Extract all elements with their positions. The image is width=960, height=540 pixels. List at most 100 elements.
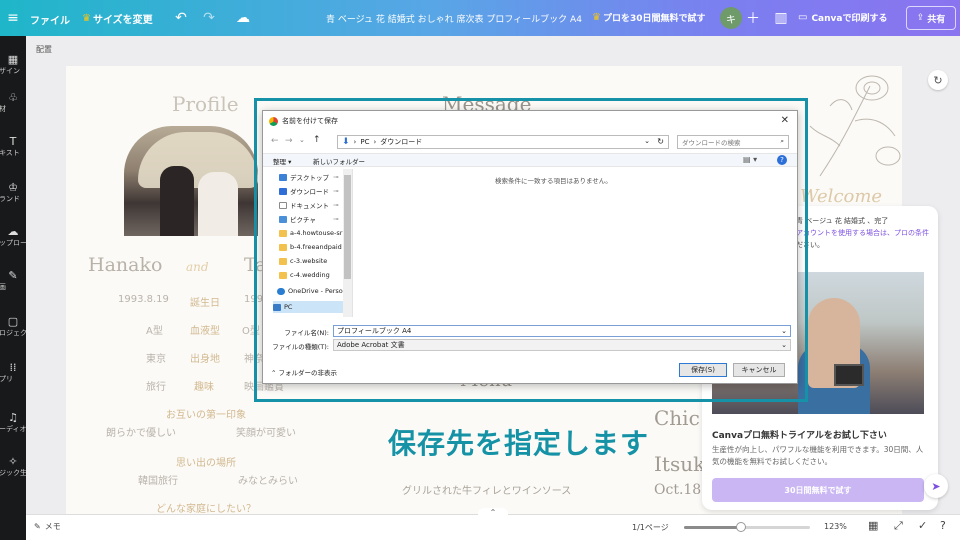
undo-icon[interactable]: ↶ <box>170 7 192 29</box>
tree-item-label: a-4.howtouse-sr <box>290 229 343 237</box>
file-menu-button[interactable]: ファイル <box>30 12 70 27</box>
tree-item-desktop[interactable]: デスクトップ ⊸ <box>279 171 338 183</box>
new-folder-button[interactable]: 新しいフォルダー <box>313 156 365 166</box>
sidebar-item-magic[interactable]: ✧マジック生成 <box>0 456 26 478</box>
profile-heading: Profile <box>172 92 239 116</box>
sidebar-item-uploads[interactable]: ☁アップロード <box>0 226 26 248</box>
right-name-a: Chic <box>654 406 700 430</box>
scroll-up-handle[interactable]: ⌃ <box>478 508 508 518</box>
memories-title: 思い出の場所 <box>176 458 236 469</box>
profile-row-label: 趣味 <box>194 382 214 393</box>
add-collaborator-icon[interactable]: ＋ <box>742 7 764 29</box>
zoom-level[interactable]: 123% <box>824 522 847 531</box>
hide-folders-label: フォルダーの非表示 <box>278 369 338 377</box>
pro-trial-button[interactable]: ♛ プロを30日間無料で試す <box>592 11 706 24</box>
chevron-down-icon[interactable]: ⌄ <box>299 136 305 144</box>
chevron-right-icon: › <box>353 138 357 146</box>
dialog-title-bar: 名前を付けて保存 ✕ <box>263 111 797 131</box>
sidebar-item-draw[interactable]: ✎描画 <box>0 270 26 292</box>
resize-button[interactable]: ♛ サイズを変更 <box>82 11 153 26</box>
tree-item-onedrive[interactable]: OneDrive - Person <box>277 285 347 297</box>
chevron-right-icon: › <box>373 138 377 146</box>
profile-row-left: 東京 <box>146 354 166 365</box>
tree-item-folder[interactable]: b-4.freeandpaid <box>279 241 342 253</box>
sidebar-item-design[interactable]: ▦デザイン <box>0 54 26 76</box>
right-name-b: Itsuk <box>654 452 706 476</box>
projects-icon: ▢ <box>7 316 19 328</box>
draw-icon: ✎ <box>8 270 18 282</box>
address-part[interactable]: PC <box>360 138 369 146</box>
assistant-fab-icon[interactable]: ➤ <box>924 474 948 498</box>
breadcrumb[interactable]: 配置 <box>36 44 52 55</box>
share-button[interactable]: ⇪ 共有 <box>906 6 956 30</box>
chevron-down-icon[interactable]: ⌄ <box>644 137 650 145</box>
tree-item-label: c-3.website <box>290 257 328 265</box>
couple-photo[interactable] <box>124 126 258 236</box>
tree-item-pc[interactable]: PC <box>273 301 343 313</box>
up-icon[interactable]: ↑ <box>313 135 321 145</box>
tree-item-label: ピクチャ <box>290 216 316 224</box>
redo-icon[interactable]: ↷ <box>198 7 220 29</box>
apps-icon: ⁞⁞ <box>9 362 17 374</box>
help-icon[interactable]: ? <box>940 519 946 532</box>
filename-input[interactable]: プロフィールブック A4 ⌄ <box>333 325 791 337</box>
analytics-icon[interactable]: ▥ <box>770 7 792 29</box>
menu-item: グリルされた牛フィレとワインソース <box>402 486 572 497</box>
instruction-caption: 保存先を指定します <box>388 427 650 460</box>
sidebar-item-apps[interactable]: ⁞⁞アプリ <box>0 362 26 384</box>
organize-button[interactable]: 整理 ▾ <box>273 156 291 166</box>
filetype-select[interactable]: Adobe Acrobat 文書 ⌄ <box>333 339 791 351</box>
hide-folders-toggle[interactable]: ⌃ フォルダーの非表示 <box>271 367 337 377</box>
forward-icon[interactable]: → <box>285 136 293 146</box>
document-title[interactable]: 青 ベージュ 花 結婚式 おしゃれ 席次表 プロフィールブック A4 <box>326 12 582 25</box>
document-icon <box>279 201 287 209</box>
fullscreen-icon[interactable]: ⤢ <box>894 519 903 533</box>
promo-cta-label: 30日間無料で試す <box>784 485 852 495</box>
tree-item-folder[interactable]: a-4.howtouse-sr <box>279 227 342 239</box>
sidebar-item-brand[interactable]: ♔ブランド <box>0 182 26 204</box>
print-label: Canvaで印刷する <box>811 14 888 24</box>
avatar[interactable]: キ <box>720 7 742 29</box>
notes-button[interactable]: ✎ メモ <box>34 521 61 532</box>
tree-item-folder[interactable]: c-4.wedding <box>279 269 330 281</box>
chevron-down-icon[interactable]: ⌄ <box>781 327 787 335</box>
menu-icon[interactable]: ≡ <box>2 7 24 29</box>
tree-item-downloads[interactable]: ダウンロード ⊸ <box>279 185 338 197</box>
address-part[interactable]: ダウンロード <box>380 137 422 147</box>
cancel-button[interactable]: キャンセル <box>733 363 785 377</box>
check-icon[interactable]: ✓ <box>918 519 927 532</box>
address-bar[interactable]: ⬇ › PC › ダウンロード ⌄ ↻ <box>337 135 669 149</box>
refresh-icon[interactable]: ↻ <box>928 70 948 90</box>
close-icon[interactable]: ✕ <box>781 115 789 126</box>
folder-search-input[interactable]: ダウンロードの検索 ⌕ <box>677 135 789 149</box>
sidebar-item-elements[interactable]: ♧素材 <box>0 92 26 114</box>
pin-icon: ⊸ <box>333 187 339 195</box>
cloud-save-icon[interactable]: ☁ <box>232 7 254 29</box>
sidebar-item-text[interactable]: Tテキスト <box>0 136 26 158</box>
refresh-icon[interactable]: ↻ <box>657 137 664 146</box>
tree-item-documents[interactable]: ドキュメント ⊸ <box>279 199 338 211</box>
tree-item-pictures[interactable]: ピクチャ ⊸ <box>279 213 338 225</box>
grid-view-icon[interactable]: ▦ <box>868 519 878 532</box>
chevron-down-icon[interactable]: ⌄ <box>781 341 787 349</box>
crown-icon: ♛ <box>82 13 91 24</box>
promo-top-link[interactable]: アカウントを使用する場合は、プロの条件 <box>796 228 936 238</box>
view-options-icon[interactable]: ▤ ▾ <box>743 155 757 164</box>
zoom-slider-thumb[interactable] <box>735 522 746 532</box>
print-button[interactable]: ▭ Canvaで印刷する <box>798 11 887 24</box>
folder-tree-scrollbar[interactable] <box>343 169 352 317</box>
sidebar-item-projects[interactable]: ▢プロジェクト <box>0 316 26 338</box>
tree-item-label: c-4.wedding <box>290 271 330 279</box>
page-indicator[interactable]: 1/1ページ <box>632 522 669 533</box>
sidebar-item-audio[interactable]: ♫オーディオ <box>0 412 26 434</box>
zoom-slider[interactable] <box>684 522 810 532</box>
tree-item-folder[interactable]: c-3.website <box>279 255 327 267</box>
floral-illustration <box>809 75 901 177</box>
share-icon: ⇪ <box>916 13 925 23</box>
profile-row-label: 誕生日 <box>190 298 220 309</box>
back-icon[interactable]: ← <box>271 136 279 146</box>
help-icon[interactable]: ? <box>777 155 787 165</box>
profile-row-left: 1993.8.19 <box>118 294 169 305</box>
promo-cta-button[interactable]: 30日間無料で試す <box>712 478 924 502</box>
save-button[interactable]: 保存(S) <box>679 363 727 377</box>
